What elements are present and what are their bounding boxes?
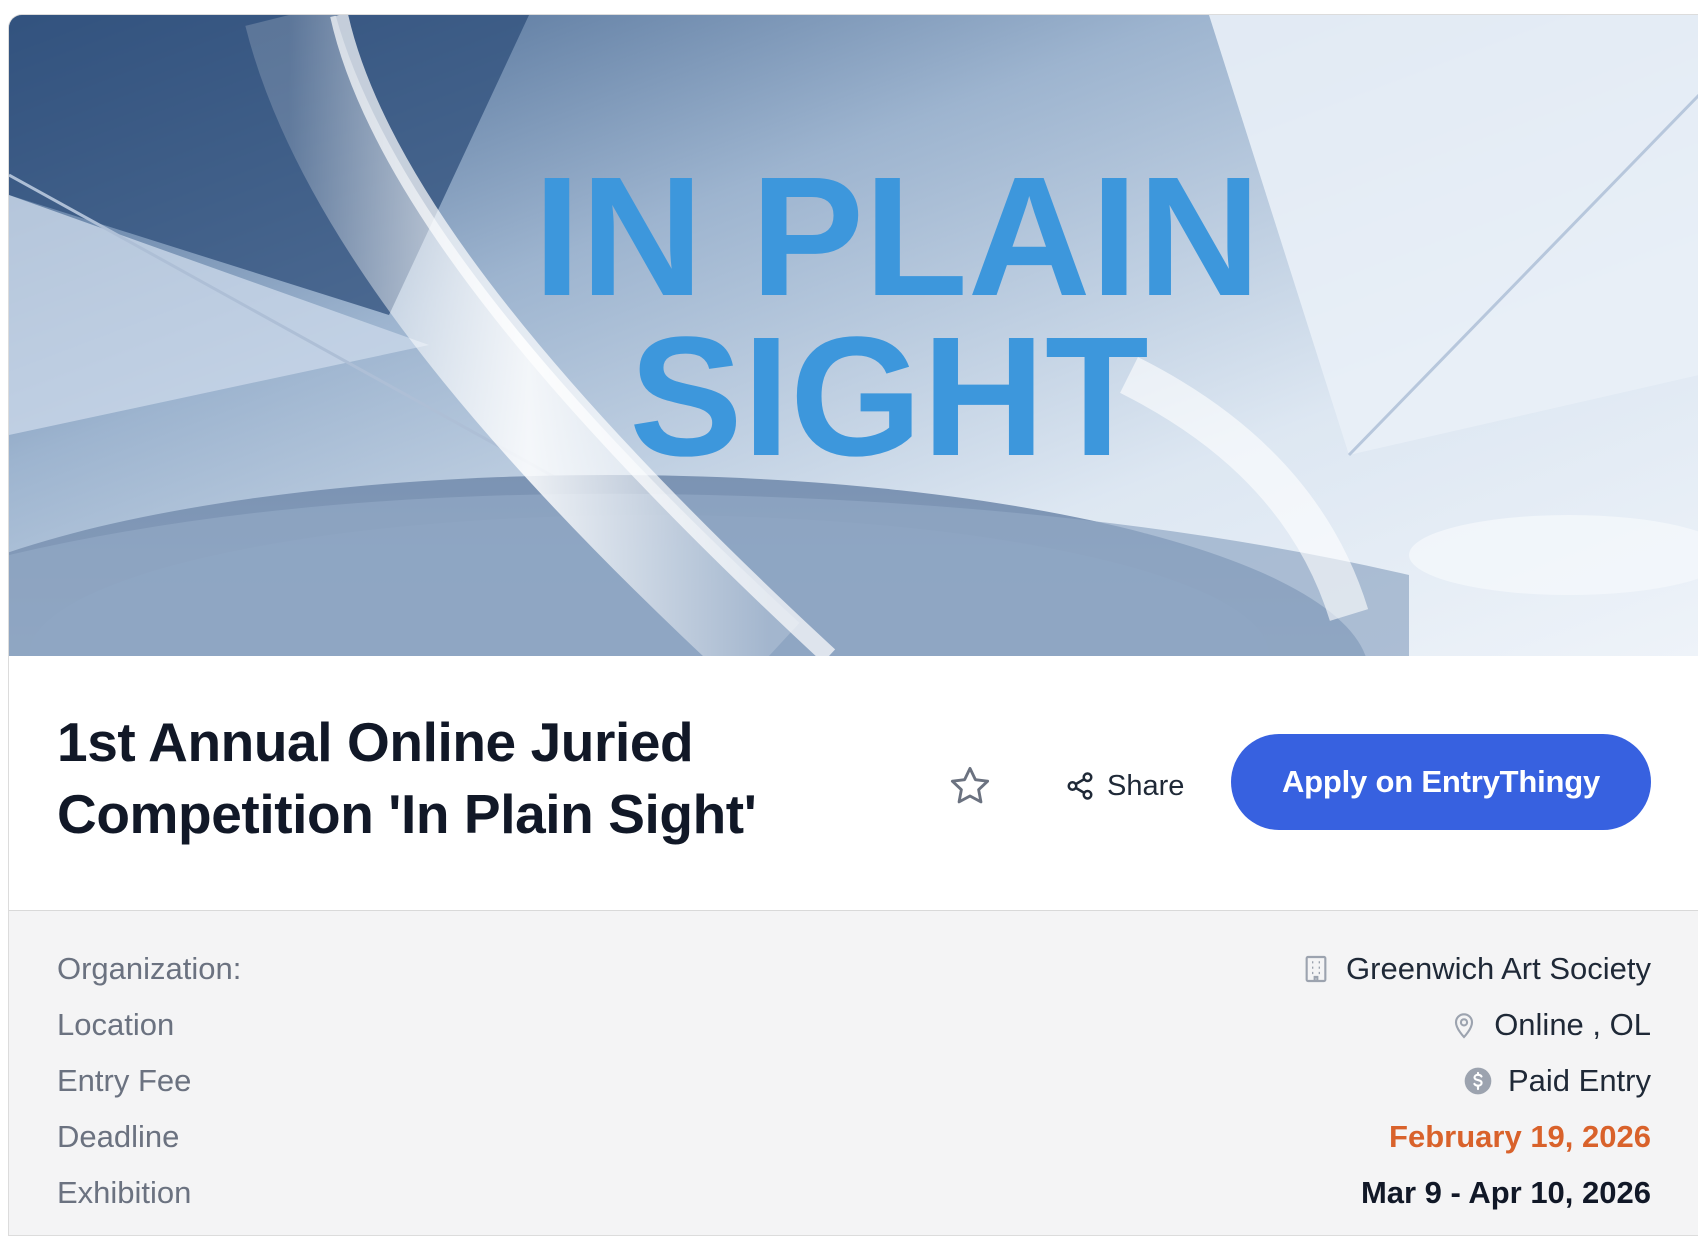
location-label: Location <box>57 1007 175 1042</box>
deadline-value: February 19, 2026 <box>1389 1119 1651 1154</box>
deadline-label: Deadline <box>57 1119 180 1154</box>
entry-fee-value: Paid Entry <box>1507 1063 1651 1098</box>
detail-row-organization: Organization: Greenwich Art Society <box>57 941 1651 997</box>
share-button[interactable]: Share <box>1065 764 1184 808</box>
competition-header: 1st Annual Online Juried Competition 'In… <box>9 656 1698 911</box>
detail-row-entry-fee: Entry Fee Paid Entry <box>57 1053 1651 1109</box>
share-icon <box>1067 772 1093 800</box>
detail-row-location: Location Online , OL <box>57 997 1651 1053</box>
building-icon <box>1305 955 1327 983</box>
favorite-button[interactable] <box>947 763 993 809</box>
dollar-circle-icon <box>1464 1067 1492 1095</box>
organization-label: Organization: <box>57 951 242 986</box>
entry-fee-label: Entry Fee <box>57 1063 192 1098</box>
location-value: Online , OL <box>1494 1007 1651 1042</box>
apply-button[interactable]: Apply on EntryThingy <box>1231 734 1651 830</box>
hero-banner-image: IN PLAIN SIGHT <box>9 15 1698 656</box>
exhibition-value: Mar 9 - Apr 10, 2026 <box>1360 1175 1651 1210</box>
details-panel: Organization: Greenwich Art Society Loca… <box>9 911 1698 1235</box>
star-icon <box>950 766 990 804</box>
competition-card: IN PLAIN SIGHT 1st Annual Online Juried … <box>8 14 1698 1236</box>
page-title: 1st Annual Online Juried Competition 'In… <box>57 711 757 845</box>
banner-line2: SIGHT <box>629 302 1148 492</box>
organization-value-group: Greenwich Art Society <box>1300 951 1651 987</box>
location-value-group: Online , OL <box>1448 1007 1651 1043</box>
exhibition-label: Exhibition <box>57 1175 192 1210</box>
entry-fee-value-group: Paid Entry <box>1462 1063 1651 1099</box>
detail-row-deadline: Deadline February 19, 2026 <box>57 1109 1651 1165</box>
share-label: Share <box>1107 769 1185 802</box>
organization-value[interactable]: Greenwich Art Society <box>1346 951 1651 987</box>
detail-row-exhibition: Exhibition Mar 9 - Apr 10, 2026 <box>57 1165 1651 1221</box>
map-pin-icon <box>1455 1013 1474 1039</box>
